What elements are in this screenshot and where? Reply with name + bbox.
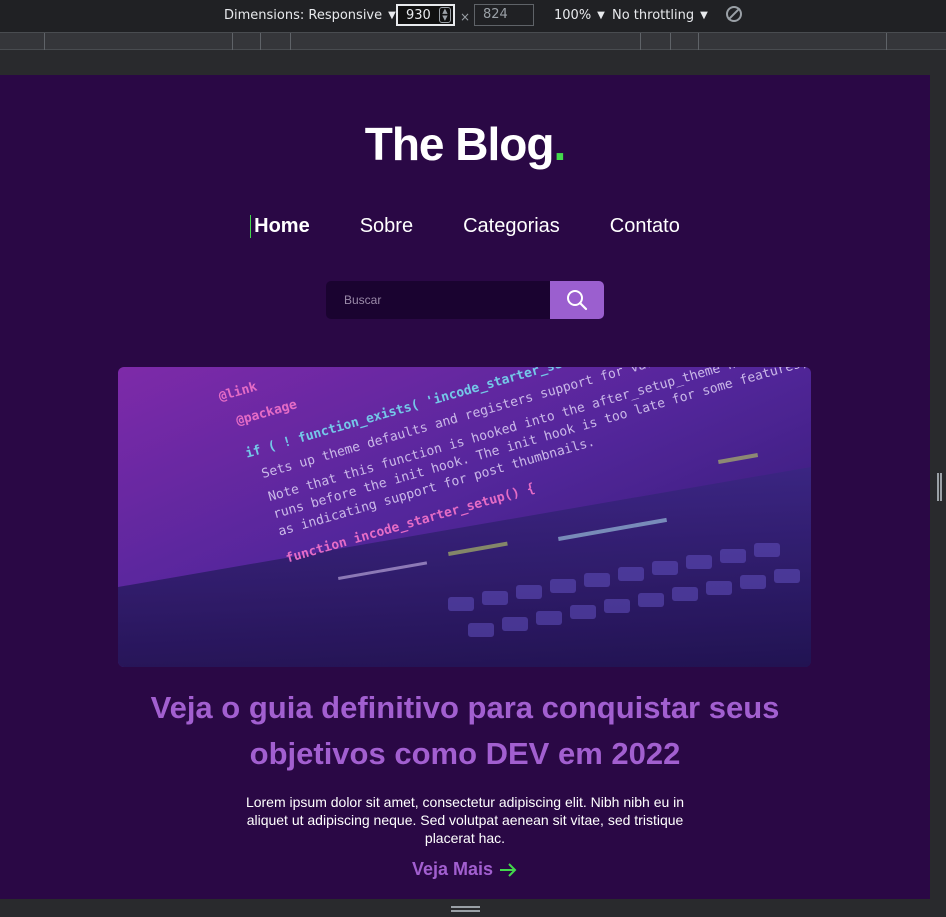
- ruler-tick: [232, 33, 233, 50]
- throttling-dropdown[interactable]: No throttling ▼: [612, 8, 708, 23]
- logo-dot: .: [553, 118, 566, 170]
- page-viewport: The Blog. Home Sobre Categorias Contato: [0, 75, 930, 899]
- main-nav: Home Sobre Categorias Contato: [0, 215, 930, 238]
- read-more-label: Veja Mais: [412, 859, 494, 879]
- grip-icon: [451, 906, 480, 912]
- width-value: 930: [406, 8, 431, 23]
- post-excerpt: Lorem ipsum dolor sit amet, consectetur …: [245, 794, 685, 846]
- zoom-label: 100%: [554, 8, 592, 23]
- ruler-tick: [640, 33, 641, 50]
- search-input[interactable]: [326, 281, 550, 319]
- viewport-gutter: [0, 50, 946, 75]
- rotate-icon[interactable]: [726, 6, 742, 22]
- ruler-tick: [886, 33, 887, 50]
- search-button[interactable]: [550, 281, 604, 319]
- laptop-code-illustration: @link @package if ( ! function_exists( '…: [118, 367, 811, 667]
- site-logo[interactable]: The Blog.: [0, 117, 930, 171]
- chevron-down-icon: ▼: [700, 10, 708, 21]
- throttling-label: No throttling: [612, 8, 695, 23]
- dimensions-dropdown[interactable]: Dimensions: Responsive ▼: [224, 8, 396, 23]
- nav-sobre[interactable]: Sobre: [360, 215, 413, 238]
- nav-home[interactable]: Home: [250, 215, 310, 238]
- ruler-tick: [670, 33, 671, 50]
- dimensions-label: Dimensions: Responsive: [224, 8, 383, 23]
- resize-handle-right[interactable]: [930, 75, 946, 917]
- post-image[interactable]: @link @package if ( ! function_exists( '…: [118, 367, 811, 667]
- nav-categorias[interactable]: Categorias: [463, 215, 560, 238]
- grip-icon: [937, 473, 942, 501]
- height-input[interactable]: 824: [474, 4, 534, 26]
- resize-handle-bottom[interactable]: [0, 899, 930, 917]
- logo-text: The Blog: [364, 118, 555, 170]
- read-more-link[interactable]: Veja Mais: [412, 859, 517, 880]
- height-value: 824: [483, 7, 508, 22]
- width-input[interactable]: 930 ▲ ▼: [396, 4, 455, 26]
- zoom-dropdown[interactable]: 100% ▼: [554, 8, 605, 23]
- devtools-toolbar: Dimensions: Responsive ▼ 930 ▲ ▼ × 824 10…: [0, 0, 946, 32]
- arrow-right-icon: [500, 862, 517, 877]
- ruler-tick: [698, 33, 699, 50]
- search-bar: [326, 281, 604, 319]
- ruler-tick: [290, 33, 291, 50]
- ruler-tick: [44, 33, 45, 50]
- media-query-ruler[interactable]: [0, 32, 946, 50]
- post-title[interactable]: Veja o guia definitivo para conquistar s…: [110, 685, 820, 777]
- chevron-down-icon: ▼: [597, 10, 605, 21]
- spinner-icon[interactable]: ▲ ▼: [439, 7, 451, 23]
- times-separator: ×: [460, 10, 471, 24]
- chevron-down-icon: ▼: [388, 10, 396, 21]
- ruler-tick: [260, 33, 261, 50]
- nav-contato[interactable]: Contato: [610, 215, 680, 238]
- search-icon: [567, 290, 588, 311]
